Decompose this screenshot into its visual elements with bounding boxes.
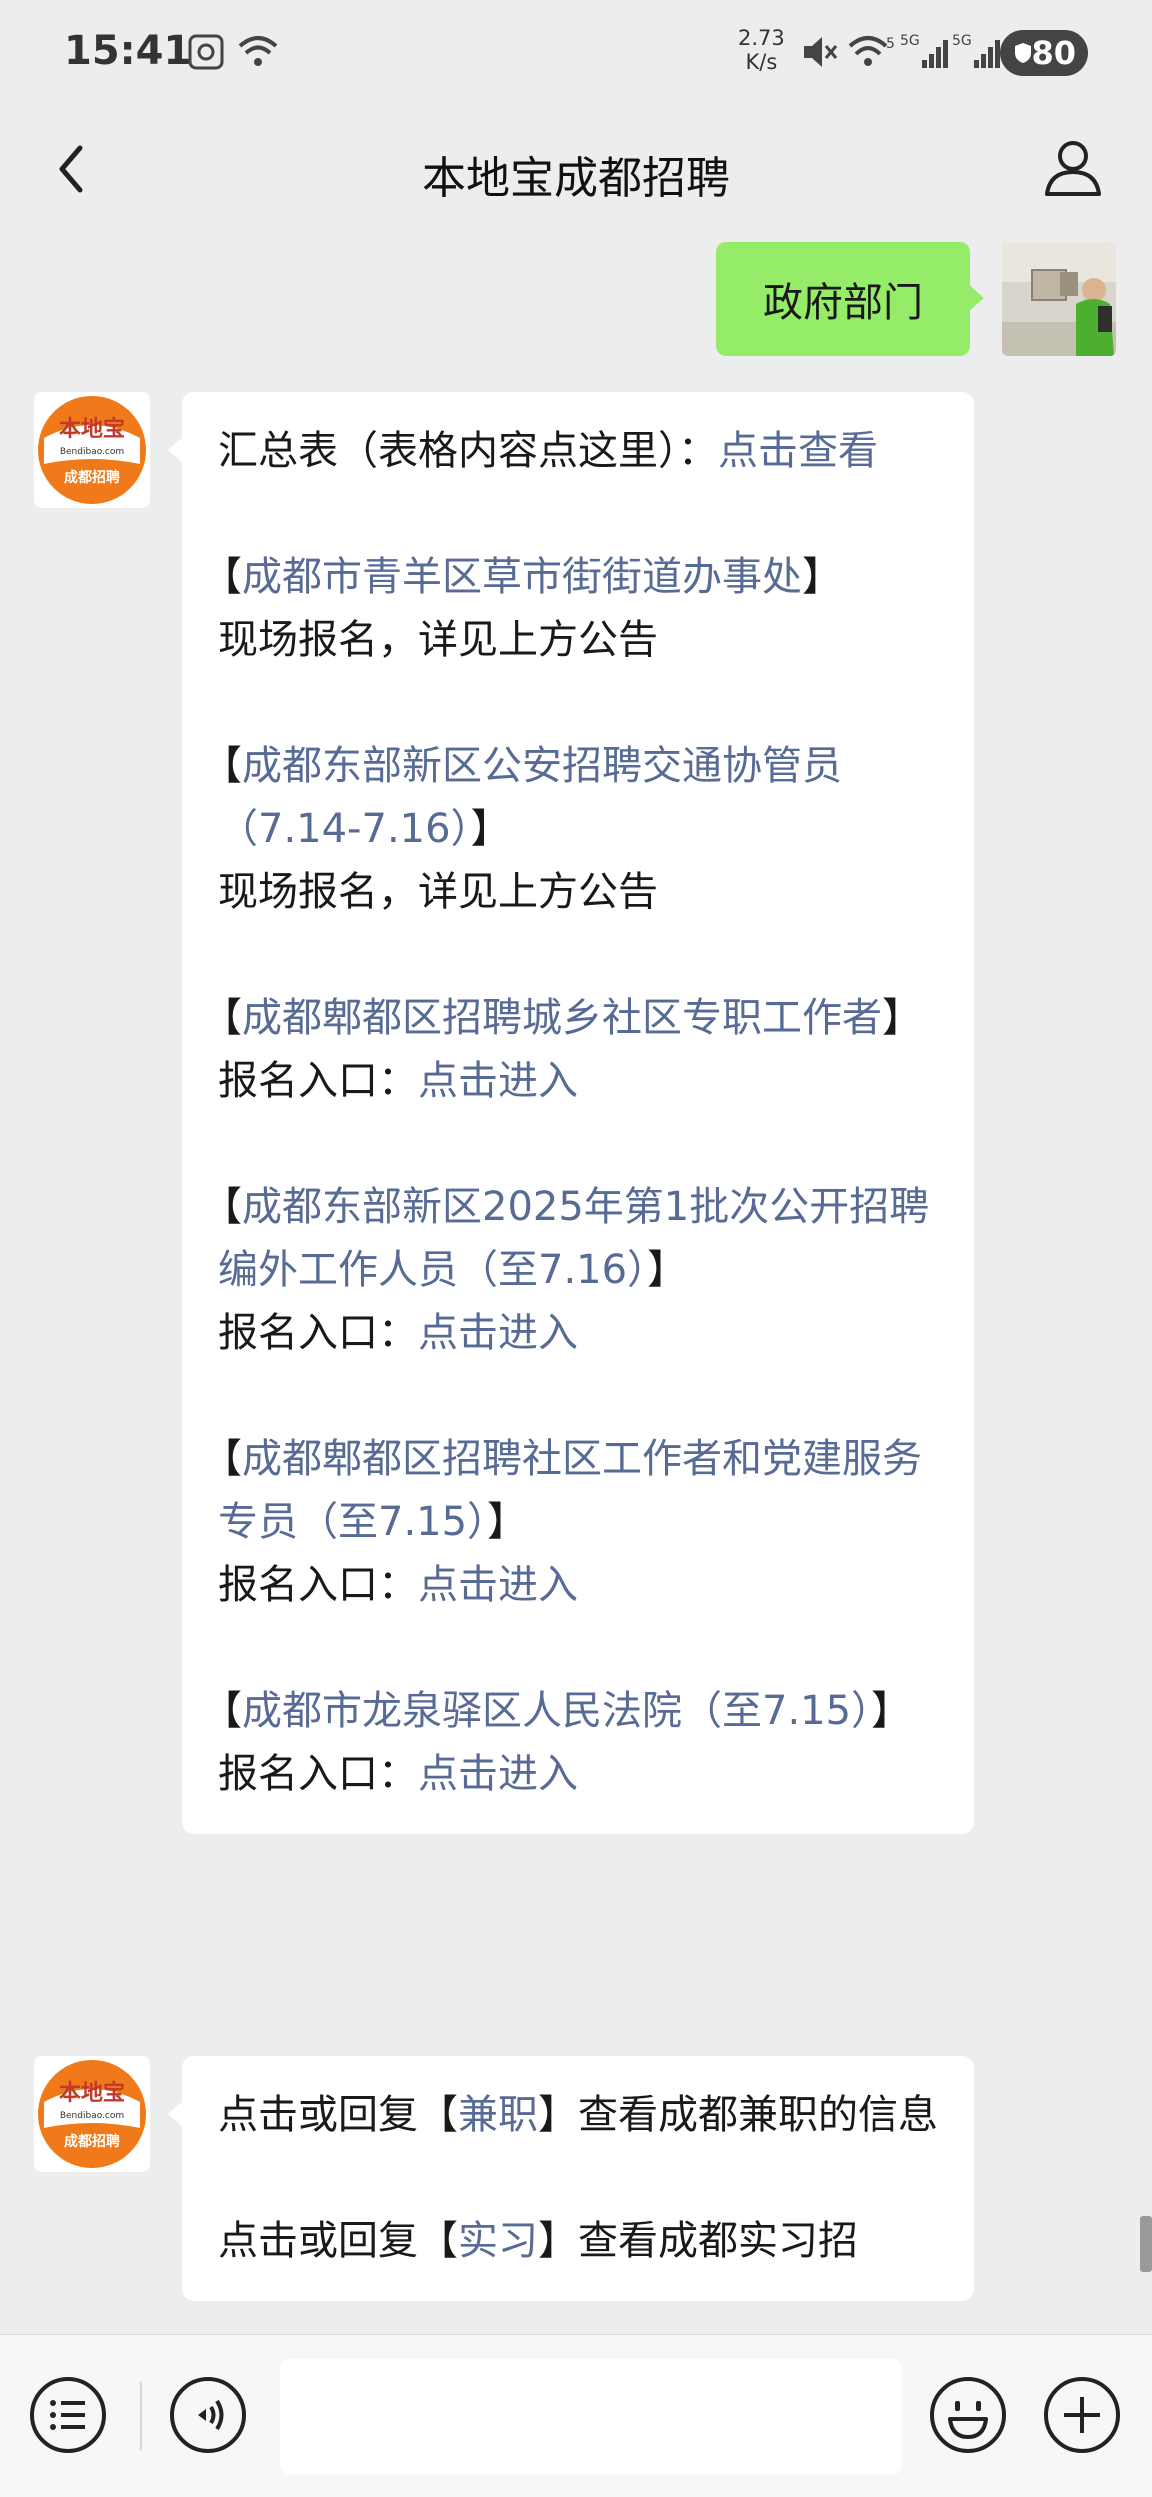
reply-hint: 点击或回复【兼职】查看成都兼职的信息	[218, 2092, 938, 2138]
summary-line: 汇总表（表格内容点这里）：点击查看	[218, 428, 878, 474]
voice-icon	[170, 2377, 246, 2453]
chat-area[interactable]: 政府部门 本地宝 Bendibao.com 成都招聘 汇总表（表格内容点这里）：…	[0, 230, 1152, 2330]
wifi-icon	[236, 30, 280, 74]
signal-5g-icon-1: 5G	[900, 30, 948, 74]
apply-link-4[interactable]: 点击进入	[418, 1310, 578, 1356]
apply-link-6[interactable]: 点击进入	[418, 1751, 578, 1797]
job-action: 现场报名，详见上方公告	[218, 869, 658, 915]
status-bar: 15:41 2.73 K/s 5 5G 5G 80	[0, 0, 1152, 110]
job-link-1[interactable]: 成都市青羊区草市街街道办事处	[242, 554, 802, 600]
summary-link[interactable]: 点击查看	[718, 428, 878, 474]
user-photo	[1002, 242, 1116, 356]
status-time: 15:41	[64, 28, 192, 74]
person-icon	[1045, 141, 1101, 196]
mute-icon	[798, 30, 838, 74]
shield-icon	[1015, 43, 1031, 63]
scrollbar-thumb[interactable]	[1140, 2216, 1152, 2272]
profile-button[interactable]	[1038, 132, 1108, 202]
job-link-2[interactable]: 成都东部新区公安招聘交通协管员（7.14-7.16）	[218, 743, 842, 852]
screenshot-icon	[186, 30, 226, 74]
svg-text:Bendibao.com: Bendibao.com	[60, 447, 124, 457]
user-message-text: 政府部门	[763, 280, 923, 326]
battery-indicator: 80	[1000, 30, 1088, 76]
svg-text:成都招聘: 成都招聘	[64, 2133, 120, 2150]
job-link-4[interactable]: 成都东部新区2025年第1批次公开招聘编外工作人员（至7.16）	[218, 1184, 929, 1293]
job-title: 【成都郫都区招聘社区工作者和党建服务专员（至7.15）】	[202, 1436, 922, 1545]
bot-message-bubble-1[interactable]: 汇总表（表格内容点这里）：点击查看 【成都市青羊区草市街街道办事处】 现场报名，…	[168, 392, 974, 1834]
svg-text:5G: 5G	[900, 33, 920, 49]
smiley-icon	[930, 2377, 1006, 2453]
bendibao-logo: 本地宝 Bendibao.com 成都招聘	[38, 396, 146, 504]
list-menu-icon	[30, 2377, 106, 2453]
job-action: 报名入口：点击进入	[218, 1562, 578, 1608]
svg-text:5G: 5G	[952, 33, 972, 49]
divider	[140, 2381, 142, 2451]
page-title: 本地宝成都招聘	[422, 153, 730, 204]
message-input[interactable]	[280, 2359, 902, 2475]
job-action: 现场报名，详见上方公告	[218, 617, 658, 663]
bendibao-logo: 本地宝 Bendibao.com 成都招聘	[38, 2060, 146, 2168]
job-action: 报名入口：点击进入	[218, 1058, 578, 1104]
svg-text:本地宝: 本地宝	[59, 2080, 125, 2106]
net-speed: 2.73 K/s	[738, 26, 785, 74]
plus-icon	[1044, 2377, 1120, 2453]
svg-text:成都招聘: 成都招聘	[64, 469, 120, 486]
job-title: 【成都郫都区招聘城乡社区专职工作者】	[202, 995, 922, 1041]
svg-text:Bendibao.com: Bendibao.com	[60, 2111, 124, 2121]
input-bar	[0, 2334, 1152, 2497]
emoji-button[interactable]	[928, 2375, 1008, 2455]
more-button[interactable]	[1042, 2375, 1122, 2455]
signal-5g-icon-2: 5G	[952, 30, 1000, 74]
user-avatar[interactable]	[1002, 242, 1116, 356]
apply-link-5[interactable]: 点击进入	[418, 1562, 578, 1608]
job-action: 报名入口：点击进入	[218, 1310, 578, 1356]
job-title: 【成都东部新区公安招聘交通协管员（7.14-7.16）】	[202, 743, 842, 852]
bot-message-bubble-2[interactable]: 点击或回复【兼职】查看成都兼职的信息 点击或回复【实习】查看成都实习招	[168, 2056, 974, 2301]
wifi-6-icon: 5	[848, 30, 898, 74]
reply-hint: 点击或回复【实习】查看成都实习招	[218, 2218, 858, 2264]
voice-button[interactable]	[168, 2375, 248, 2455]
title-bar: 本地宝成都招聘	[0, 110, 1152, 230]
job-link-5[interactable]: 成都郫都区招聘社区工作者和党建服务专员（至7.15）	[218, 1436, 922, 1545]
bot-avatar[interactable]: 本地宝 Bendibao.com 成都招聘	[34, 392, 150, 508]
user-message-bubble[interactable]: 政府部门	[716, 242, 984, 356]
job-title: 【成都东部新区2025年第1批次公开招聘编外工作人员（至7.16）】	[202, 1184, 930, 1293]
job-action: 报名入口：点击进入	[218, 1751, 578, 1797]
job-link-3[interactable]: 成都郫都区招聘城乡社区专职工作者	[242, 995, 882, 1041]
svg-text:本地宝: 本地宝	[59, 416, 125, 442]
bot-avatar[interactable]: 本地宝 Bendibao.com 成都招聘	[34, 2056, 150, 2172]
apply-link-3[interactable]: 点击进入	[418, 1058, 578, 1104]
menu-button[interactable]	[28, 2375, 108, 2455]
keyword-link-internship[interactable]: 实习	[458, 2218, 538, 2264]
job-title: 【成都市青羊区草市街街道办事处】	[202, 554, 842, 600]
svg-text:5: 5	[886, 36, 895, 52]
job-title: 【成都市龙泉驿区人民法院（至7.15）】	[202, 1688, 912, 1734]
keyword-link-parttime[interactable]: 兼职	[458, 2092, 538, 2138]
job-link-6[interactable]: 成都市龙泉驿区人民法院（至7.15）	[242, 1688, 871, 1734]
